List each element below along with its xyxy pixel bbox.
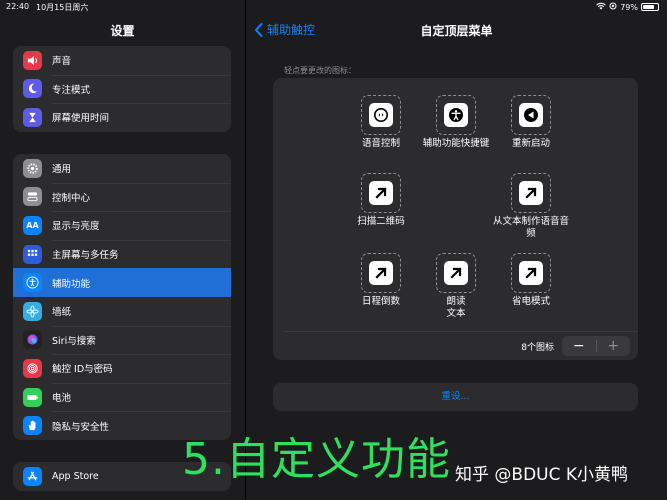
menu-item-read-text[interactable]: 朗读文本 <box>416 253 496 320</box>
arrow-icon <box>450 267 462 279</box>
menu-slot <box>511 173 551 213</box>
hint-text: 轻点要更改的图标： <box>284 66 356 75</box>
restart-icon <box>524 108 538 122</box>
decrement-button[interactable]: − <box>562 336 596 356</box>
fingerprint-icon <box>23 358 42 378</box>
sidebar-item[interactable]: 屏幕使用时间 <box>13 103 231 132</box>
signal-icon <box>609 2 617 12</box>
sidebar-item[interactable]: 电池 <box>13 382 231 412</box>
status-time: 22:40 <box>6 2 30 11</box>
menu-item-low-power[interactable]: 省电模式 <box>491 253 571 308</box>
wifi-icon <box>596 2 607 12</box>
menu-item-countdown[interactable]: 日程倒数 <box>341 253 421 308</box>
menu-item-label: 朗读文本 <box>446 296 466 319</box>
status-date: 10月15日周六 <box>36 3 89 12</box>
sidebar-item[interactable]: Siri与搜索 <box>13 325 231 355</box>
sidebar-item-label: Siri与搜索 <box>52 335 96 347</box>
sidebar-group-general: 通用控制中心 AA 显示与亮度主屏幕与多任务 辅助功能墙纸 Siri与搜索触控 ID与密… <box>13 154 231 440</box>
menu-slot <box>511 95 551 135</box>
sidebar-group-sounds: 声音专注模式屏幕使用时间 <box>13 46 231 132</box>
menu-item-voice-control[interactable]: 语音控制 <box>341 95 421 150</box>
icon-count: 8个图标 <box>521 343 554 353</box>
arrow-icon <box>525 187 537 199</box>
menu-item-label: 语音控制 <box>361 138 400 149</box>
sidebar-item-label: 触控 ID与密码 <box>52 364 113 376</box>
menu-item-scan-qr[interactable]: 扫描二维码 <box>341 173 421 228</box>
voice-control-icon <box>374 108 388 122</box>
siri-icon <box>23 330 42 350</box>
arrow-icon <box>525 267 537 279</box>
moon-icon <box>23 79 42 99</box>
arrow-icon <box>375 267 387 279</box>
app-store-icon <box>23 466 42 486</box>
menu-item-text-to-audio[interactable]: 从文本制作语音音频 <box>491 173 571 240</box>
flower-icon <box>23 301 42 321</box>
menu-item-label: 辅助功能快捷键 <box>422 138 490 149</box>
menu-item-restart[interactable]: 重新启动 <box>491 95 571 150</box>
gear-icon <box>23 158 42 178</box>
sidebar-item-label: 电池 <box>52 393 72 405</box>
sidebar-item[interactable]: 控制中心 <box>13 182 231 212</box>
menu-item-label: 扫描二维码 <box>357 216 405 227</box>
sidebar-item-label: 屏幕使用时间 <box>52 113 110 125</box>
menu-item-label: 重新启动 <box>511 138 550 149</box>
arrow-icon <box>375 187 387 199</box>
text-size-icon: AA <box>23 215 42 235</box>
icon-count-stepper[interactable]: − + <box>562 336 630 356</box>
battery-icon <box>641 3 659 11</box>
menu-item-label: 省电模式 <box>511 296 550 307</box>
menu-slot <box>436 253 476 293</box>
accessibility-icon <box>23 273 42 293</box>
reset-button[interactable]: 重设... <box>273 383 638 411</box>
battery-fill <box>643 5 655 9</box>
sidebar-item-label: 声音 <box>52 56 72 68</box>
sidebar-item[interactable]: 通用 <box>13 154 231 183</box>
sidebar-item-label: 隐私与安全性 <box>52 421 110 433</box>
menu-item-accessibility-shortcut[interactable]: 辅助功能快捷键 <box>416 95 496 150</box>
accessibility-shortcut-icon <box>449 108 463 122</box>
watermark: 知乎 @BDUC K小黄鸭 <box>455 465 629 485</box>
menu-item-label: 日程倒数 <box>361 296 400 307</box>
sidebar-item-label: 墙纸 <box>52 307 72 319</box>
caption-overlay: 5.自定义功能 <box>182 434 451 485</box>
sidebar-item-label: 通用 <box>52 164 72 176</box>
sidebar-item[interactable]: 触控 ID与密码 <box>13 354 231 383</box>
sidebar-item[interactable]: 声音 <box>13 46 231 75</box>
sidebar-item-label: 辅助功能 <box>52 278 91 290</box>
sidebar-item[interactable]: 主屏幕与多任务 <box>13 239 231 269</box>
hourglass-icon <box>23 107 42 127</box>
speaker-icon <box>23 50 42 70</box>
menu-slot <box>436 95 476 135</box>
grid-icon <box>23 244 42 264</box>
battery-icon <box>23 387 42 407</box>
sidebar-item-label: 显示与亮度 <box>52 221 100 233</box>
sidebar-title: 设置 <box>110 24 135 38</box>
sidebar-item[interactable]: 墙纸 <box>13 297 231 326</box>
sidebar-item-label: 主屏幕与多任务 <box>52 250 119 262</box>
menu-icon-grid: 语音控制 辅助功能快捷键 重新启动 扫描二维码 从文本制作语音音频 日程倒数 朗… <box>273 78 638 360</box>
divider <box>285 331 638 332</box>
page-title: 自定顶层菜单 <box>420 24 493 38</box>
sidebar-item-label: App Store <box>52 470 99 482</box>
menu-item-label: 从文本制作语音音频 <box>492 216 569 239</box>
sidebar-item-label: 专注模式 <box>52 84 91 96</box>
status-bar: 22:40 10月15日周六 79% <box>0 0 667 14</box>
battery-percent: 79% <box>620 2 638 12</box>
menu-slot <box>361 173 401 213</box>
increment-button[interactable]: + <box>597 336 631 356</box>
menu-slot <box>361 253 401 293</box>
sidebar-item[interactable]: AA 显示与亮度 <box>13 211 231 240</box>
menu-slot <box>511 253 551 293</box>
hand-icon <box>23 416 42 436</box>
menu-slot <box>361 95 401 135</box>
sidebar-item[interactable]: 专注模式 <box>13 74 231 104</box>
status-right: 79% <box>596 2 659 12</box>
sidebar-item-label: 控制中心 <box>52 192 91 204</box>
toggles-icon <box>23 187 42 207</box>
sidebar-item[interactable]: 辅助功能 <box>13 268 231 297</box>
